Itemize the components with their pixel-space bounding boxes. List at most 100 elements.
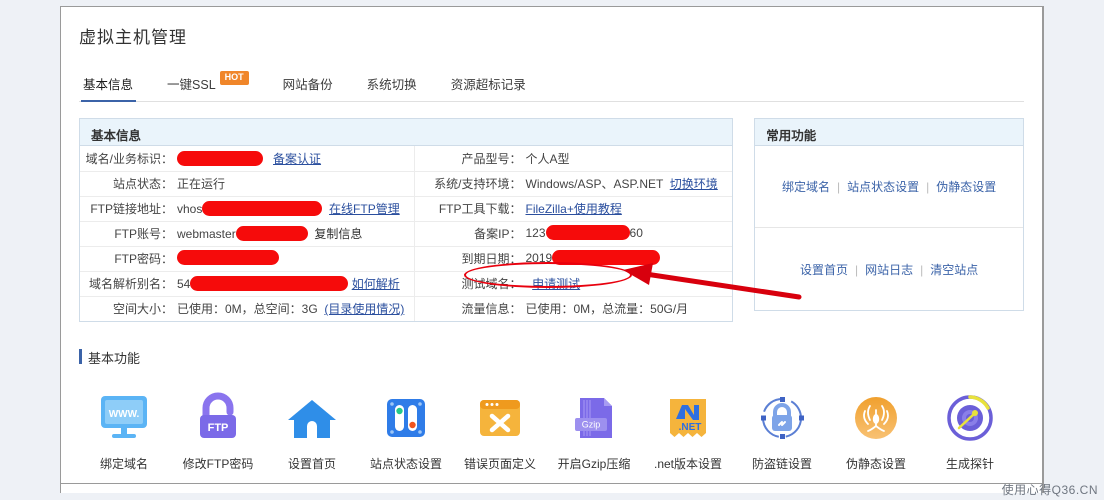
- row-value: 2019: [523, 246, 733, 272]
- function-label: 错误页面定义: [463, 457, 536, 471]
- redacted-value: [552, 250, 661, 266]
- svg-text:.NET: .NET: [679, 422, 702, 433]
- function-label: 开启Gzip压缩: [557, 457, 631, 471]
- row-label: 站点状态：: [80, 171, 175, 197]
- basic-functions-grid: WWW. 绑定域名 FTP 修改FTP密码 设置首页 站点状态设置 错误页面定义…: [77, 389, 1026, 472]
- redacted-value: [190, 276, 349, 292]
- row-label: 域名/业务标识：: [80, 146, 175, 172]
- function-set-homepage[interactable]: 设置首页: [265, 389, 359, 472]
- common-functions-group-1: 绑定域名 | 站点状态设置 | 伪静态设置: [755, 146, 1023, 228]
- row-value: 已使用：0M，总空间：3G (目录使用情况): [175, 296, 414, 321]
- row-label: FTP密码：: [80, 246, 175, 272]
- table-row: 域名/业务标识： 备案认证 产品型号： 个人A型: [80, 146, 733, 172]
- function-site-status-settings[interactable]: 站点状态设置: [359, 389, 453, 472]
- icp-ip-prefix: 123: [525, 225, 546, 240]
- row-value: vhos 在线FTP管理: [175, 196, 414, 222]
- link-online-ftp[interactable]: 在线FTP管理: [329, 202, 400, 216]
- monitor-www-icon: WWW.: [94, 389, 154, 447]
- link-switch-env[interactable]: 切换环境: [670, 177, 718, 191]
- link-clear-site[interactable]: 清空站点: [930, 263, 978, 277]
- env-value: Windows/ASP、ASP.NET: [525, 177, 664, 191]
- link-how-to-resolve[interactable]: 如何解析: [352, 277, 400, 291]
- row-value: 已使用：0M，总流量：50G/月: [525, 302, 689, 317]
- row-label: 系统/支持环境：: [418, 171, 524, 197]
- link-icp-auth[interactable]: 备案认证: [273, 152, 321, 166]
- browser-error-icon: [470, 389, 530, 447]
- link-copy-info[interactable]: 复制信息: [314, 227, 362, 241]
- screen-root: 虚拟主机管理 基本信息 一键SSLHOT 网站备份 系统切换 资源超标记录 基本: [0, 0, 1104, 500]
- home-icon: [282, 389, 342, 447]
- function-label: 设置首页: [287, 457, 336, 471]
- row-label: 空间大小：: [112, 302, 173, 317]
- common-functions-group-2: 设置首页 | 网站日志 | 清空站点: [755, 228, 1023, 310]
- space-usage: 已使用：0M，总空间：3G: [177, 302, 318, 317]
- row-value: 申请测试: [523, 271, 733, 297]
- divider: |: [920, 262, 924, 277]
- link-group: 设置首页 | 网站日志 | 清空站点: [800, 261, 978, 278]
- link-apply-test-domain[interactable]: 申请测试: [532, 277, 580, 291]
- tab-label: 一键SSL: [167, 78, 216, 92]
- basic-info-table: 域名/业务标识： 备案认证 产品型号： 个人A型 站点状态： 正在运行 系统/支…: [80, 146, 733, 321]
- tab-label: 系统切换: [366, 78, 417, 92]
- link-filezilla-tutorial[interactable]: FileZilla+使用教程: [526, 202, 622, 216]
- row-label: 到期日期：: [418, 246, 524, 272]
- table-row: 域名解析别名： 54 如何解析 测试域名： 申请测试: [80, 271, 733, 297]
- link-directory-usage[interactable]: (目录使用情况): [324, 302, 404, 316]
- basic-info-panel: 基本信息 域名/业务标识： 备案认证 产品型号： 个人A型 站点状态： 正在运行…: [79, 118, 734, 322]
- footer-divider: [60, 483, 1044, 484]
- row-label: 流量信息：: [461, 302, 522, 317]
- function-label: 伪静态设置: [845, 457, 906, 471]
- redacted-value: [545, 225, 630, 241]
- tab-site-backup[interactable]: 网站备份: [266, 74, 350, 101]
- row-label: FTP账号：: [80, 221, 175, 247]
- hot-badge: HOT: [219, 70, 249, 85]
- function-generate-probe[interactable]: 生成探针: [923, 389, 1017, 472]
- tab-basic-info[interactable]: 基本信息: [79, 74, 150, 102]
- row-label: 域名解析别名：: [80, 271, 175, 297]
- svg-text:WWW.: WWW.: [109, 409, 140, 420]
- function-error-page-definition[interactable]: 错误页面定义: [453, 389, 547, 472]
- function-label: 防盗链设置: [751, 457, 812, 471]
- function-enable-gzip[interactable]: Gzip 开启Gzip压缩: [547, 389, 641, 472]
- watermark: 使用心得Q36.CN: [1001, 483, 1098, 497]
- basic-info-heading: 基本信息: [80, 119, 733, 146]
- row-label: 产品型号：: [418, 146, 524, 172]
- gzip-file-icon: Gzip: [564, 389, 624, 447]
- link-rewrite-settings[interactable]: 伪静态设置: [936, 180, 996, 194]
- function-rewrite-settings[interactable]: 伪静态设置: [829, 389, 923, 472]
- virtual-host-card: 虚拟主机管理 基本信息 一键SSLHOT 网站备份 系统切换 资源超标记录 基本: [60, 6, 1044, 493]
- redacted-value: [177, 250, 279, 266]
- link-bind-domain[interactable]: 绑定域名: [782, 180, 830, 194]
- row-value: Windows/ASP、ASP.NET 切换环境: [523, 171, 733, 197]
- link-site-logs[interactable]: 网站日志: [865, 263, 913, 277]
- row-value: 个人A型: [523, 146, 733, 172]
- function-label: 绑定域名: [99, 457, 148, 471]
- tab-resource-overrun-log[interactable]: 资源超标记录: [434, 74, 543, 101]
- function-change-ftp-password[interactable]: FTP 修改FTP密码: [171, 389, 265, 472]
- ftp-lock-icon: FTP: [188, 389, 248, 447]
- content-area: 基本信息 域名/业务标识： 备案认证 产品型号： 个人A型 站点状态： 正在运行…: [79, 118, 1024, 322]
- function-anti-leech-settings[interactable]: 防盗链设置: [735, 389, 829, 472]
- row-label: 测试域名：: [418, 271, 524, 297]
- row-label: 备案IP：: [418, 221, 524, 247]
- row-value: 正在运行: [175, 171, 414, 197]
- tab-label: 网站备份: [282, 78, 333, 92]
- function-label: .net版本设置: [653, 457, 723, 471]
- ftp-account-prefix: webmaster: [177, 226, 236, 241]
- row-label: FTP链接地址：: [80, 196, 175, 222]
- function-bind-domain[interactable]: WWW. 绑定域名: [77, 389, 171, 472]
- radar-probe-icon: [940, 389, 1000, 447]
- toggle-switch-icon: [376, 389, 436, 447]
- basic-functions-heading: 基本功能: [79, 348, 1042, 367]
- chain-lock-icon: [752, 389, 812, 447]
- link-set-homepage[interactable]: 设置首页: [800, 263, 848, 277]
- row-value: [175, 246, 414, 272]
- tab-one-click-ssl[interactable]: 一键SSLHOT: [150, 70, 266, 101]
- row-value: 54 如何解析: [175, 271, 414, 297]
- row-value: 123 60: [523, 221, 733, 247]
- function-dotnet-version-settings[interactable]: .NET .net版本设置: [641, 389, 735, 472]
- tab-system-switch[interactable]: 系统切换: [350, 74, 434, 101]
- expiry-prefix: 2019: [525, 250, 553, 265]
- link-site-status-settings[interactable]: 站点状态设置: [847, 180, 919, 194]
- cname-prefix: 54: [177, 276, 191, 291]
